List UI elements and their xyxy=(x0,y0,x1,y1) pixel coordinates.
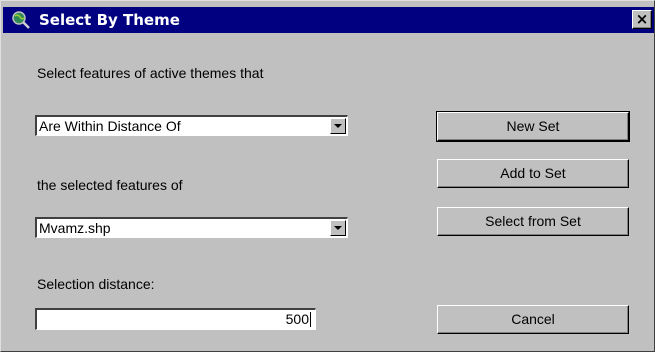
theme-dropdown-value: Mvamz.shp xyxy=(39,220,111,236)
title-bar[interactable]: Select By Theme × xyxy=(3,7,654,33)
select-by-theme-dialog: Select By Theme × Select features of act… xyxy=(0,0,655,352)
globe-magnifier-icon xyxy=(11,10,31,30)
window-title: Select By Theme xyxy=(39,11,180,29)
prompt-label: Select features of active themes that xyxy=(37,65,264,81)
text-caret xyxy=(310,312,311,327)
relation-dropdown-value: Are Within Distance Of xyxy=(39,118,181,134)
close-icon: × xyxy=(635,10,649,28)
of-label: the selected features of xyxy=(37,177,183,193)
relation-dropdown[interactable]: Are Within Distance Of xyxy=(35,115,348,136)
select-from-set-button[interactable]: Select from Set xyxy=(437,207,629,236)
cancel-button[interactable]: Cancel xyxy=(437,305,629,334)
new-set-button[interactable]: New Set xyxy=(436,111,630,142)
chevron-down-icon[interactable] xyxy=(330,118,346,134)
theme-dropdown[interactable]: Mvamz.shp xyxy=(35,217,348,238)
distance-input-value: 500 xyxy=(285,311,309,327)
chevron-down-icon[interactable] xyxy=(330,220,346,236)
distance-label: Selection distance: xyxy=(37,276,155,292)
add-to-set-button[interactable]: Add to Set xyxy=(437,159,629,188)
close-button[interactable]: × xyxy=(632,10,652,29)
distance-input[interactable]: 500 xyxy=(35,308,316,330)
